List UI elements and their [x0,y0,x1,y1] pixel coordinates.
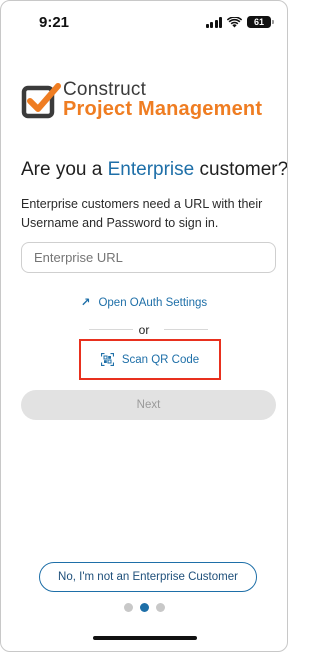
checkbox-logo-icon [21,83,61,119]
page-title-suffix: customer? [194,159,288,180]
app-screen: 9:21 61 Construct Project Management Are… [0,0,288,652]
home-indicator[interactable] [93,636,197,640]
enterprise-url-input[interactable] [21,242,276,273]
page-indicator [1,603,287,612]
status-icons: 61 [205,15,274,29]
instructions-text: Enterprise customers need a URL with the… [21,197,263,230]
scan-qr-code-label: Scan QR Code [121,353,200,366]
page-title: Are you a Enterprise customer? [21,159,288,181]
status-bar: 9:21 61 [1,1,287,45]
divider-right [164,329,208,330]
scan-qr-code-button[interactable]: Scan QR Code [83,343,217,376]
open-oauth-settings-link[interactable]: ↗ Open OAuth Settings [1,295,287,309]
or-separator: or [138,323,150,337]
status-time: 9:21 [39,14,70,31]
next-button[interactable]: Next [21,390,276,420]
qr-button-highlight: Scan QR Code [79,339,221,380]
arrow-up-right-icon: ↗ [80,297,91,309]
page-title-accent: Enterprise [107,159,195,180]
signal-icon [205,16,222,28]
app-logo: Construct Project Management [21,79,281,123]
page-dot[interactable] [155,603,165,612]
not-enterprise-customer-button[interactable]: No, I'm not an Enterprise Customer [39,562,257,592]
qr-scan-icon [100,353,114,366]
page-title-prefix: Are you a [21,159,108,180]
battery-icon: 61 [247,16,274,28]
open-oauth-settings-label: Open OAuth Settings [98,297,208,309]
wifi-icon [227,16,242,27]
page-dot[interactable] [123,603,133,612]
logo-text-project-management: Project Management [63,98,263,120]
page-dot-active[interactable] [139,603,149,612]
